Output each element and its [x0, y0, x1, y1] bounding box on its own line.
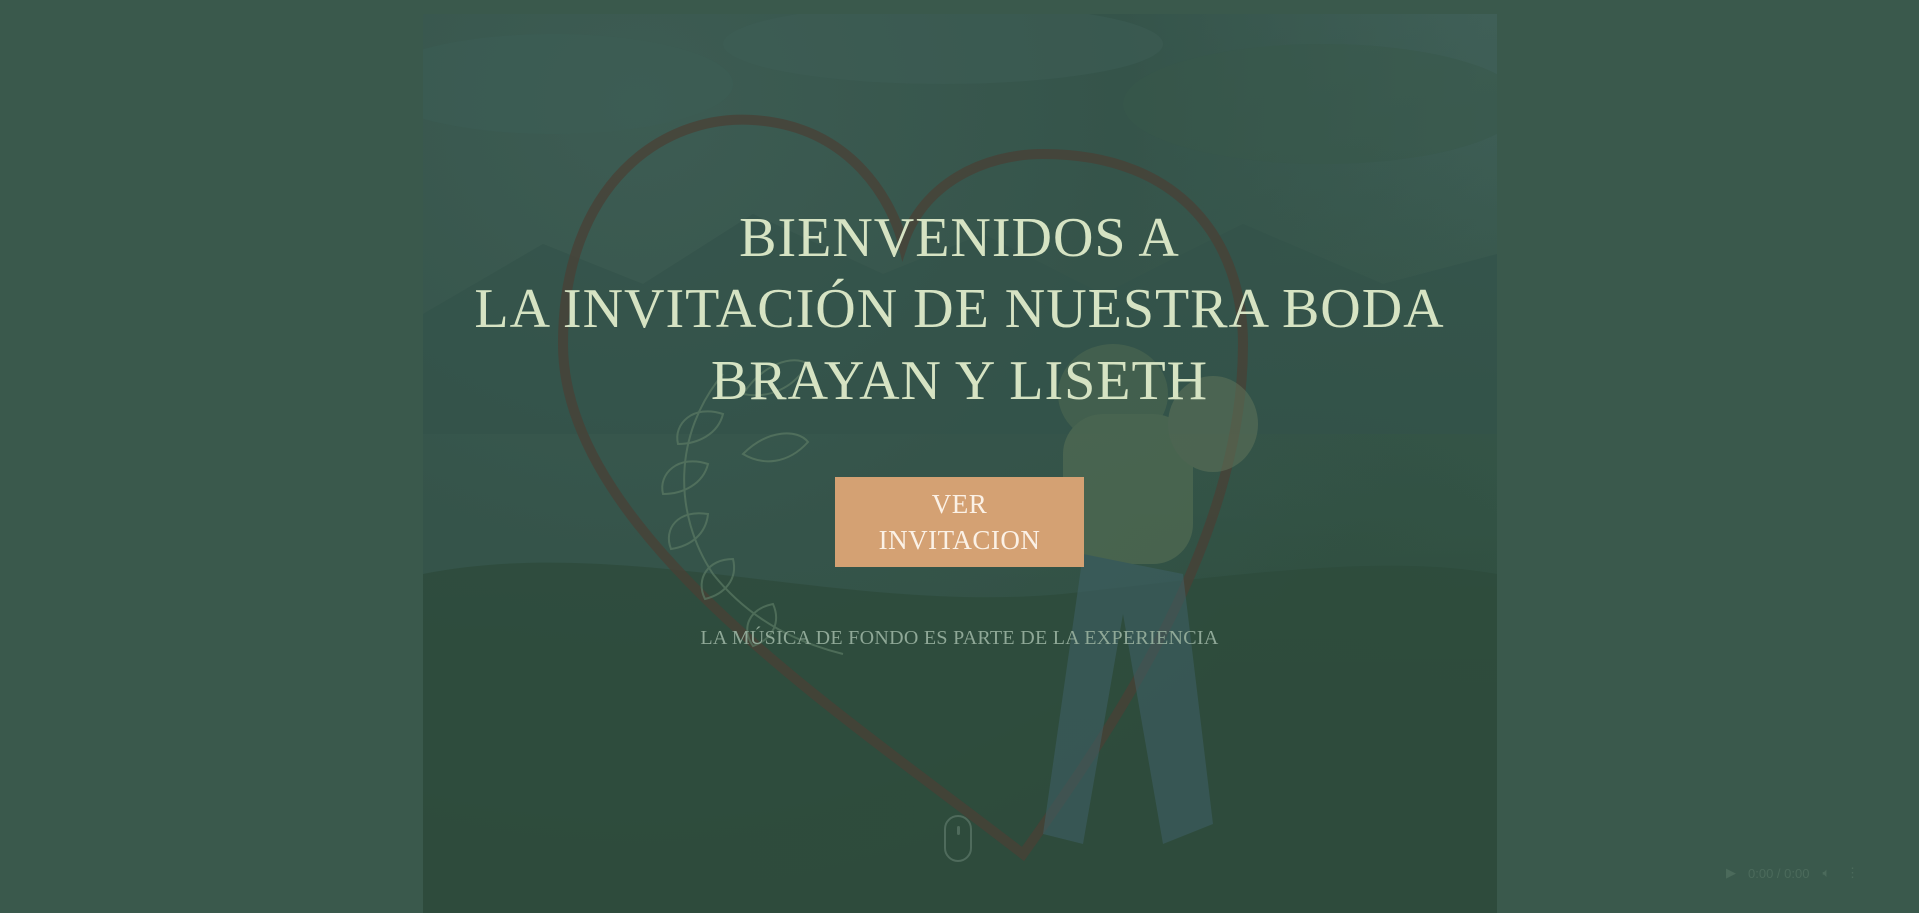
- background-music-notice: LA MÚSICA DE FONDO ES PARTE DE LA EXPERI…: [700, 627, 1219, 649]
- invitation-page: BIENVENIDOS A LA INVITACIÓN DE NUESTRA B…: [0, 0, 1919, 913]
- welcome-heading-line-2: LA INVITACIÓN DE NUESTRA BODA: [474, 278, 1445, 340]
- audio-player: ▶ 0:00 / 0:00 🔈︎ ⋮: [1722, 861, 1861, 885]
- scroll-mouse-icon: [944, 815, 972, 862]
- play-icon[interactable]: ▶: [1722, 864, 1740, 882]
- couple-names-heading: BRAYAN Y LISETH: [710, 350, 1209, 412]
- audio-time-display: 0:00 / 0:00: [1748, 865, 1810, 881]
- volume-icon[interactable]: 🔈︎: [1817, 864, 1835, 882]
- welcome-heading-line-1: BIENVENIDOS A: [739, 207, 1180, 269]
- welcome-overlay: BIENVENIDOS A LA INVITACIÓN DE NUESTRA B…: [0, 0, 1919, 913]
- more-vertical-icon[interactable]: ⋮: [1843, 864, 1861, 882]
- scroll-wheel-dot: [957, 826, 960, 835]
- view-invitation-button[interactable]: VER INVITACION: [835, 477, 1084, 567]
